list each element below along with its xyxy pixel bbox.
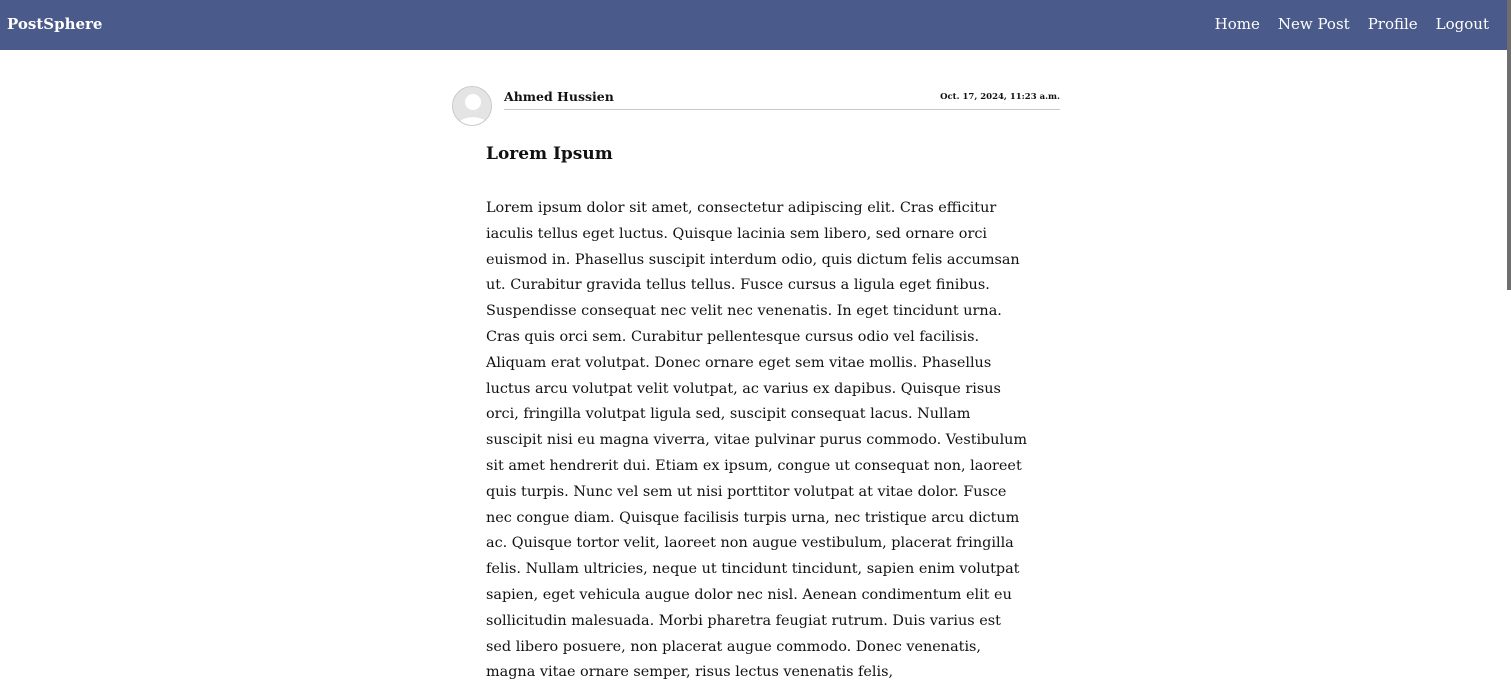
nav-link-new-post[interactable]: New Post [1278, 15, 1350, 33]
nav-link-home[interactable]: Home [1215, 15, 1260, 33]
post-author[interactable]: Ahmed Hussien [504, 89, 614, 104]
nav-link-logout[interactable]: Logout [1436, 15, 1489, 33]
post-header: Ahmed Hussien Oct. 17, 2024, 11:23 a.m. [452, 86, 1060, 128]
top-navbar: PostSphere Home New Post Profile Logout [0, 0, 1511, 50]
post-title: Lorem Ipsum [486, 144, 613, 164]
post-meta: Ahmed Hussien Oct. 17, 2024, 11:23 a.m. [504, 89, 1060, 110]
post-body: Lorem ipsum dolor sit amet, consectetur … [486, 200, 1028, 681]
page-scrollbar[interactable] [1507, 0, 1511, 290]
post-date: Oct. 17, 2024, 11:23 a.m. [940, 92, 1060, 102]
brand-logo-link[interactable]: PostSphere [7, 15, 102, 33]
user-placeholder-icon[interactable] [452, 86, 492, 126]
nav-link-profile[interactable]: Profile [1368, 15, 1418, 33]
nav-links: Home New Post Profile Logout [1215, 15, 1489, 33]
